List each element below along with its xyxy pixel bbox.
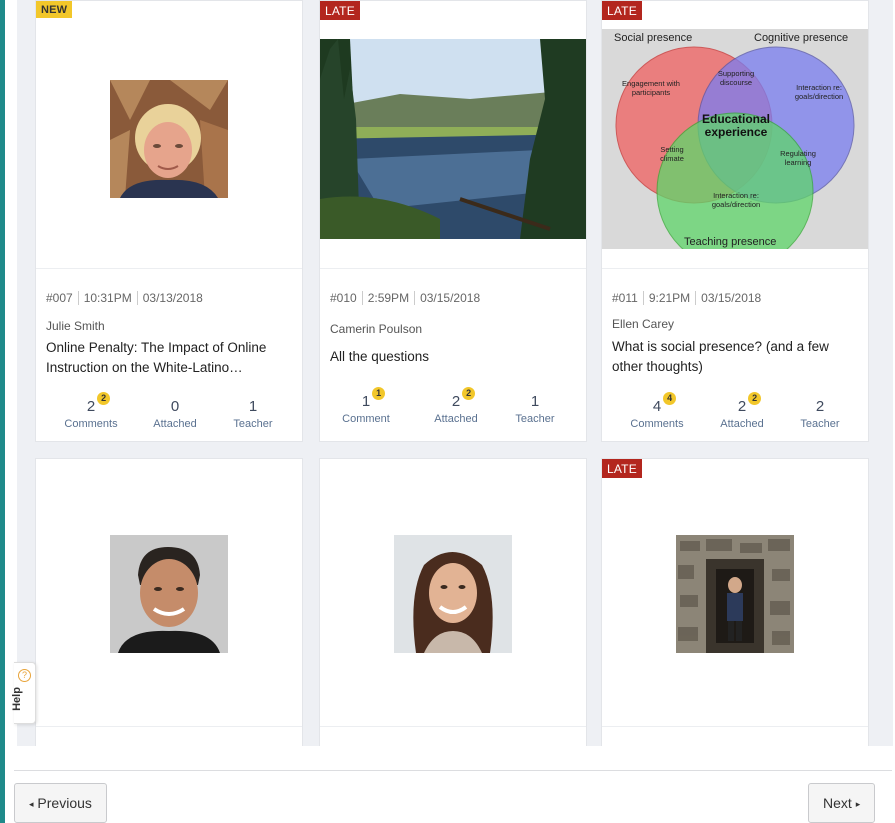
- card-title[interactable]: Online Penalty: The Impact of Online Ins…: [46, 338, 292, 378]
- card-meta: #011 9:21PM 03/15/2018: [612, 291, 761, 305]
- attached-stat[interactable]: 22 Attached: [702, 392, 782, 430]
- teacher-stat[interactable]: 1 Teacher: [495, 393, 575, 425]
- attached-count: 0: [170, 398, 180, 415]
- avatar-photo: [394, 535, 512, 653]
- teaching-presence-label: Teaching presence: [684, 236, 776, 248]
- attached-count: 2: [451, 393, 461, 410]
- card-title[interactable]: All the questions: [330, 347, 576, 367]
- regulating-learning-label: Regulating learning: [780, 149, 816, 167]
- card-meta: #010 2:59PM 03/15/2018: [330, 291, 480, 305]
- comments-stat[interactable]: 44 Comments: [617, 392, 697, 430]
- card-author: Julie Smith: [46, 319, 105, 333]
- card-media: NEW: [36, 1, 302, 269]
- teacher-count: 1: [530, 393, 540, 410]
- card-media: [320, 459, 586, 727]
- social-presence-label: Social presence: [614, 32, 692, 44]
- next-button[interactable]: Next ▸: [808, 783, 876, 823]
- card-time: 2:59PM: [367, 291, 410, 305]
- engagement-label: Engagement with participants: [622, 79, 680, 97]
- help-tab[interactable]: ? Help: [10, 662, 36, 724]
- card-author: Ellen Carey: [612, 317, 675, 331]
- help-question-icon: ?: [18, 669, 31, 682]
- late-badge: LATE: [602, 459, 642, 478]
- card-number: #007: [46, 291, 73, 305]
- new-comments-dot: 2: [97, 392, 111, 405]
- card-number: #011: [612, 291, 638, 305]
- attached-label: Attached: [153, 418, 197, 430]
- card-media: LATE Social presence Cognitive presence …: [602, 1, 868, 269]
- submissions-grid: NEW #007 10:31PM 03/13/2018 Julie Smith On…: [17, 0, 893, 746]
- avatar-photo: [110, 535, 228, 653]
- submission-card[interactable]: [35, 458, 303, 746]
- attached-stat[interactable]: 0 Attached: [135, 398, 215, 430]
- card-author: Camerin Poulson: [330, 322, 423, 336]
- submission-card[interactable]: LATE Social presence Cognitive presence …: [601, 0, 869, 442]
- comments-count: 4: [652, 398, 662, 415]
- avatar-photo: [110, 80, 228, 198]
- comments-stat[interactable]: 22 Comments: [51, 392, 131, 430]
- submission-card[interactable]: LATE: [601, 458, 869, 746]
- attached-label: Attached: [434, 413, 478, 425]
- left-accent-rail: [0, 0, 5, 823]
- card-meta: #007 10:31PM 03/13/2018: [46, 291, 203, 305]
- setting-climate-label: Setting climate: [660, 145, 684, 163]
- card-media: LATE: [602, 459, 868, 727]
- comments-count: 1: [361, 393, 371, 410]
- submission-card[interactable]: LATE #010 2:59PM 03/15/2018 Camerin Poulso…: [319, 0, 587, 442]
- late-badge: LATE: [320, 1, 360, 20]
- new-badge: NEW: [36, 1, 73, 18]
- teacher-count: 1: [248, 398, 258, 415]
- help-label: Help: [10, 687, 23, 711]
- next-label: Next: [823, 795, 852, 811]
- interaction-bottom-label: Interaction re: goals/direction: [711, 191, 761, 209]
- new-comments-dot: 1: [372, 387, 386, 400]
- pager-divider: [14, 770, 892, 771]
- caret-right-icon: ▸: [855, 799, 861, 809]
- new-attached-dot: 2: [748, 392, 762, 405]
- new-comments-dot: 4: [663, 392, 677, 405]
- card-media: [36, 459, 302, 727]
- teacher-label: Teacher: [800, 418, 840, 430]
- card-media: LATE: [320, 1, 586, 269]
- teacher-stat[interactable]: 1 Teacher: [213, 398, 293, 430]
- comments-count: 2: [86, 398, 96, 415]
- submission-card[interactable]: NEW #007 10:31PM 03/13/2018 Julie Smith On…: [35, 0, 303, 442]
- interaction-top-label: Interaction re: goals/direction: [794, 83, 844, 101]
- teacher-stat[interactable]: 2 Teacher: [780, 398, 860, 430]
- card-number: #010: [330, 291, 357, 305]
- comments-label: Comment: [342, 413, 390, 425]
- cognitive-presence-label: Cognitive presence: [754, 32, 848, 44]
- stone-tunnel-photo: [676, 535, 794, 653]
- late-badge: LATE: [602, 1, 642, 20]
- card-time: 9:21PM: [648, 291, 691, 305]
- venn-diagram-image: Social presence Cognitive presence Teach…: [602, 29, 868, 249]
- comments-label: Comments: [630, 418, 684, 430]
- card-title[interactable]: What is social presence? (and a few othe…: [612, 337, 858, 377]
- caret-left-icon: ◂: [29, 799, 34, 809]
- card-date: 03/13/2018: [142, 291, 203, 305]
- attached-label: Attached: [720, 418, 764, 430]
- teacher-count: 2: [815, 398, 825, 415]
- attached-count: 2: [737, 398, 747, 415]
- previous-button[interactable]: ◂ Previous: [14, 783, 107, 823]
- lake-landscape-image: [320, 39, 586, 239]
- card-date: 03/15/2018: [701, 291, 762, 305]
- attached-stat[interactable]: 22 Attached: [416, 387, 496, 425]
- supporting-discourse-label: Supporting discourse: [717, 69, 755, 87]
- submission-card[interactable]: [319, 458, 587, 746]
- teacher-label: Teacher: [515, 413, 555, 425]
- teacher-label: Teacher: [233, 418, 273, 430]
- educational-experience-label: Educational experience: [701, 113, 770, 139]
- new-attached-dot: 2: [462, 387, 476, 400]
- card-time: 10:31PM: [83, 291, 132, 305]
- previous-label: Previous: [37, 795, 92, 811]
- card-date: 03/15/2018: [420, 291, 481, 305]
- comments-stat[interactable]: 11 Comment: [326, 387, 406, 425]
- comments-label: Comments: [64, 418, 118, 430]
